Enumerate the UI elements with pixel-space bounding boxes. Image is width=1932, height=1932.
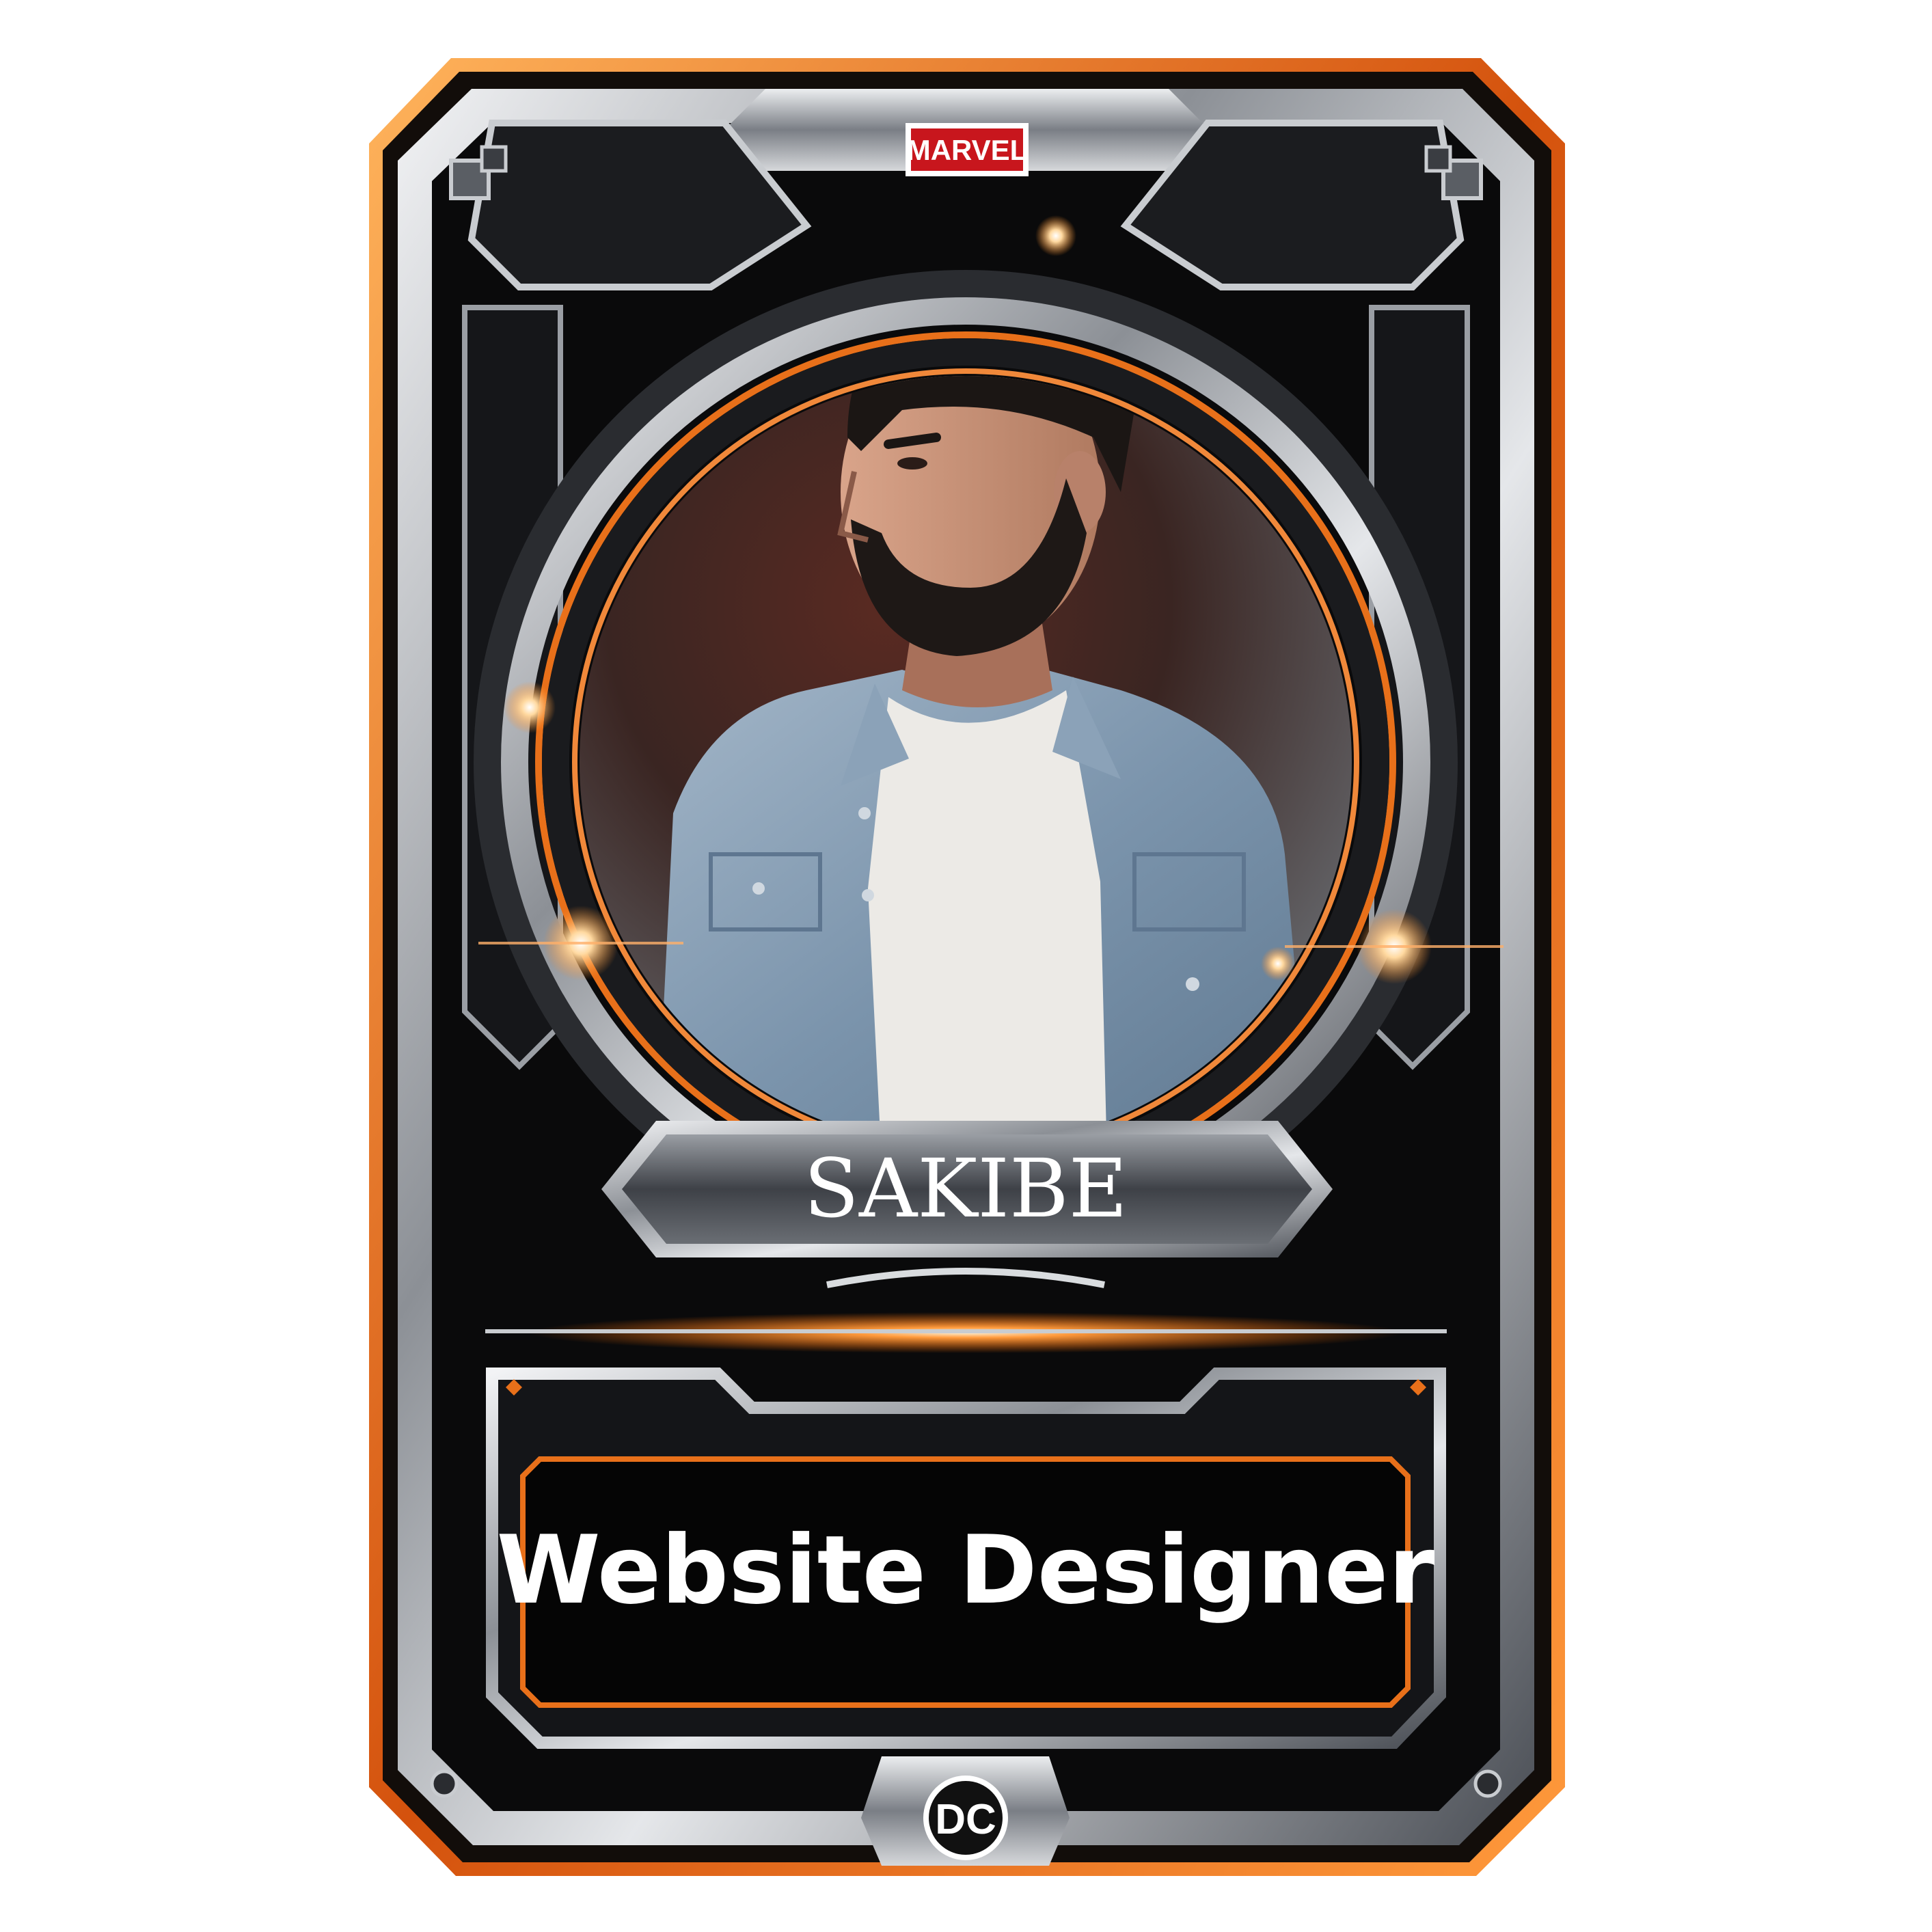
- trading-card: MARVEL SAKIBE Website Designer DC: [369, 58, 1565, 1876]
- dc-logo-text: DC: [935, 1796, 996, 1843]
- dc-logo: DC: [923, 1775, 1008, 1860]
- t-shirt: [868, 690, 1107, 1148]
- corner-square-top-right-2: [1424, 145, 1452, 173]
- marvel-logo-text: MARVEL: [907, 134, 1028, 166]
- bolt-bottom-right: [1473, 1769, 1502, 1798]
- corner-square-top-left-2: [480, 145, 508, 173]
- card-title: Website Designer: [497, 1515, 1435, 1625]
- card-name: SAKIBE: [804, 1141, 1128, 1236]
- bolt-bottom-left: [430, 1769, 459, 1798]
- marvel-logo: MARVEL: [906, 123, 1029, 176]
